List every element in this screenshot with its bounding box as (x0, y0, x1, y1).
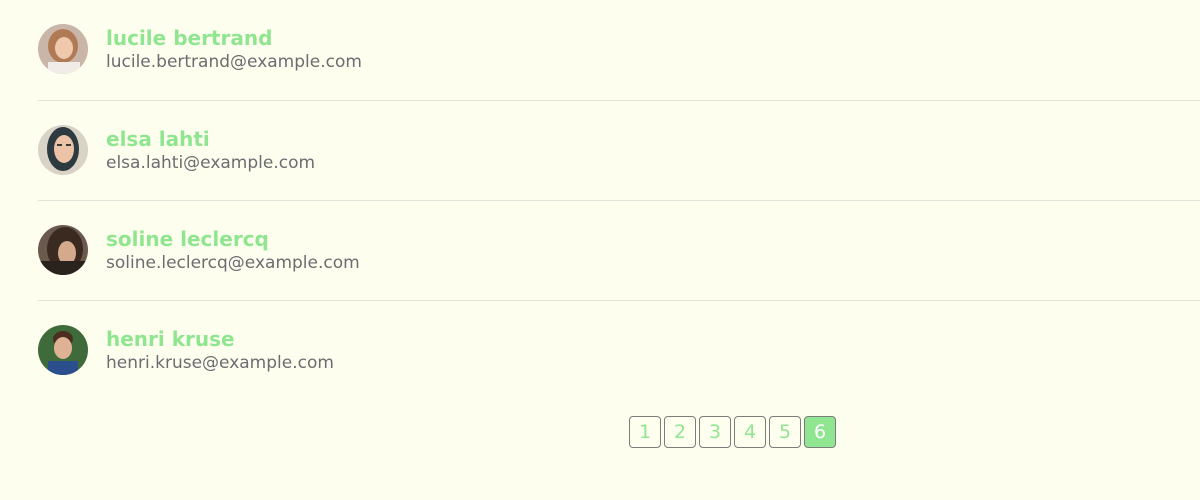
user-row: soline leclercq soline.leclercq@example.… (38, 200, 1200, 300)
page-button-1[interactable]: 1 (629, 416, 661, 448)
user-email: lucile.bertrand@example.com (106, 52, 362, 72)
user-name: elsa lahti (106, 127, 210, 151)
user-row: elsa lahti elsa.lahti@example.com (38, 100, 1200, 200)
page-button-4[interactable]: 4 (734, 416, 766, 448)
page-button-2[interactable]: 2 (664, 416, 696, 448)
avatar (38, 325, 88, 375)
avatar (38, 225, 88, 275)
user-name: henri kruse (106, 327, 235, 351)
pagination: 1 2 3 4 5 6 (629, 416, 839, 448)
user-email: elsa.lahti@example.com (106, 153, 316, 173)
page-button-5[interactable]: 5 (769, 416, 801, 448)
user-name: soline leclercq (106, 227, 269, 251)
avatar (38, 24, 88, 74)
avatar (38, 125, 88, 175)
user-email: soline.leclercq@example.com (106, 253, 360, 273)
user-name: lucile bertrand (106, 26, 273, 50)
user-email: henri.kruse@example.com (106, 353, 334, 373)
user-row: henri kruse henri.kruse@example.com (38, 300, 1200, 400)
page-button-6[interactable]: 6 (804, 416, 836, 448)
user-list: lucile bertrand lucile.bertrand@example.… (38, 0, 1200, 400)
page-button-3[interactable]: 3 (699, 416, 731, 448)
user-row: lucile bertrand lucile.bertrand@example.… (38, 0, 1200, 100)
